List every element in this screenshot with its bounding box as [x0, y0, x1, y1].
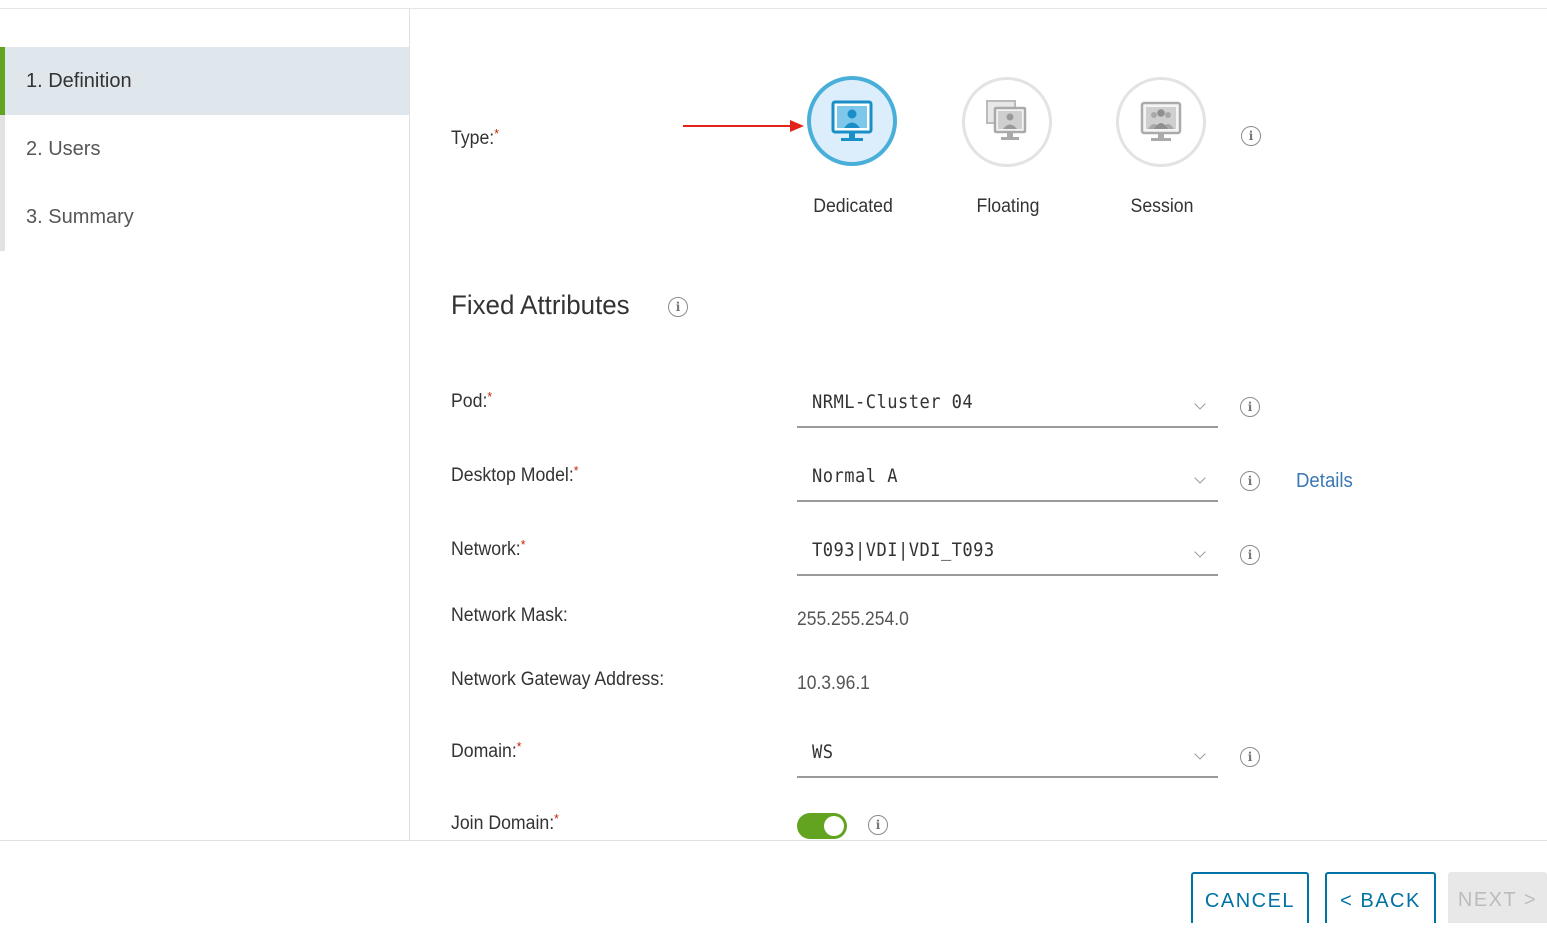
type-dedicated-label: Dedicated — [813, 196, 893, 217]
type-floating-button[interactable] — [962, 77, 1052, 167]
pod-select[interactable]: NRML-Cluster 04 — [797, 386, 1218, 428]
network-mask-label: Network Mask: — [451, 605, 568, 626]
desktop-model-info-icon[interactable]: i — [1240, 471, 1260, 491]
gateway-value: 10.3.96.1 — [797, 673, 870, 694]
desktop-model-select[interactable]: Normal A — [797, 460, 1218, 502]
chevron-down-icon — [1194, 748, 1206, 760]
pod-label: Pod:* — [451, 389, 493, 412]
step-summary[interactable]: 3. Summary — [0, 183, 409, 251]
chevron-down-icon — [1194, 546, 1206, 558]
fixed-attributes-heading: Fixed Attributes — [451, 290, 630, 321]
required-mark: * — [494, 126, 499, 141]
chevron-down-icon — [1194, 472, 1206, 484]
details-link[interactable]: Details — [1296, 470, 1353, 493]
cancel-button[interactable]: CANCEL — [1191, 872, 1309, 923]
network-info-icon[interactable]: i — [1240, 545, 1260, 565]
type-dedicated-button[interactable] — [807, 76, 897, 166]
network-select[interactable]: T093|VDI|VDI_T093 — [797, 534, 1218, 576]
join-domain-info-icon[interactable]: i — [868, 815, 888, 835]
back-button[interactable]: < BACK — [1325, 872, 1436, 923]
network-label: Network:* — [451, 537, 526, 560]
pod-value: NRML-Cluster 04 — [812, 391, 974, 413]
desktop-model-label: Desktop Model:* — [451, 463, 579, 486]
chevron-down-icon — [1194, 398, 1206, 410]
floating-desktop-icon — [986, 100, 1027, 140]
section-title: Fixed Attributes — [451, 290, 630, 320]
toggle-knob — [824, 816, 844, 836]
step-definition-label: 1. Definition — [26, 70, 132, 92]
type-session-label: Session — [1130, 196, 1194, 217]
wizard-steps-sidebar: 1. Definition 2. Users 3. Summary — [0, 9, 410, 840]
dedicated-desktop-icon — [831, 100, 873, 141]
step-users[interactable]: 2. Users — [0, 115, 409, 183]
step-summary-label: 3. Summary — [26, 206, 134, 228]
annotation-arrow-head — [790, 120, 804, 132]
join-domain-label: Join Domain:* — [451, 811, 559, 834]
domain-value: WS — [812, 741, 834, 763]
join-domain-toggle[interactable] — [797, 813, 847, 839]
step-users-label: 2. Users — [26, 138, 101, 160]
pod-info-icon[interactable]: i — [1240, 397, 1260, 417]
gateway-label: Network Gateway Address: — [451, 669, 665, 690]
session-desktop-icon — [1140, 101, 1182, 141]
domain-info-icon[interactable]: i — [1240, 747, 1260, 767]
fixed-attributes-info-icon[interactable]: i — [668, 297, 688, 317]
domain-label: Domain:* — [451, 739, 522, 762]
type-session-button[interactable] — [1116, 77, 1206, 167]
footer-divider — [0, 840, 1547, 841]
step-definition[interactable]: 1. Definition — [0, 47, 409, 115]
next-button[interactable]: NEXT > — [1448, 872, 1547, 923]
network-value: T093|VDI|VDI_T093 — [812, 539, 995, 561]
domain-select[interactable]: WS — [797, 736, 1218, 778]
type-label-text: Type: — [451, 128, 495, 149]
annotation-arrow — [683, 125, 793, 127]
type-info-icon[interactable]: i — [1241, 126, 1261, 146]
type-label: Type:* — [451, 126, 499, 150]
type-floating-label: Floating — [976, 196, 1040, 217]
desktop-model-value: Normal A — [812, 465, 898, 487]
network-mask-value: 255.255.254.0 — [797, 609, 909, 630]
